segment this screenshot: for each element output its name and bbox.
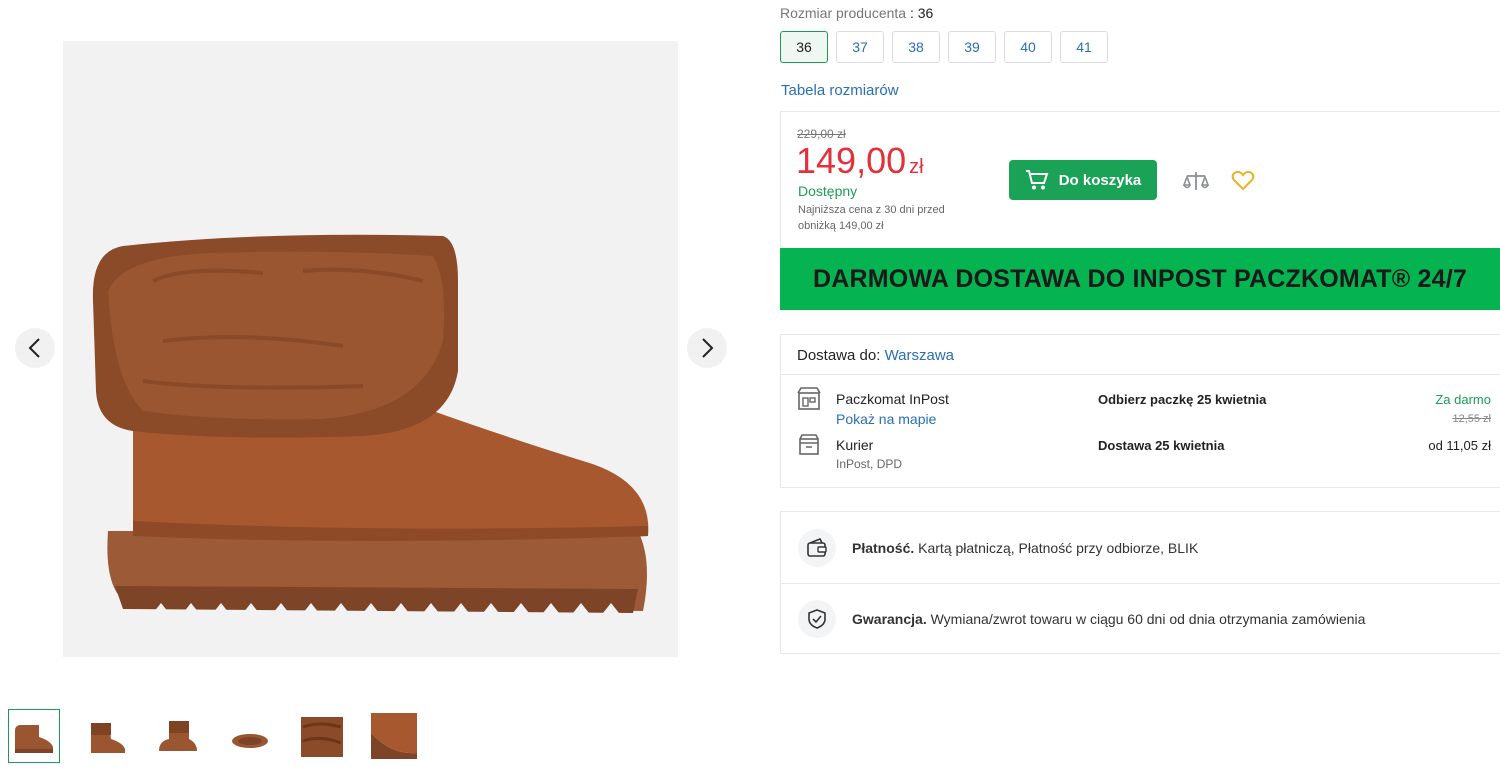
thumbnail[interactable] <box>8 709 60 763</box>
payment-methods: Kartą płatniczą, Płatność przy odbiorze,… <box>918 539 1199 556</box>
show-on-map-link[interactable]: Pokaż na mapie <box>836 411 936 427</box>
warranty-info: Gwarancja. Wymiana/zwrot towaru w ciągu … <box>781 583 1500 654</box>
compare-icon <box>1182 172 1210 190</box>
price-box: 229,00 zł 149,00 zł Dostępny Najniższa ce… <box>780 111 1500 247</box>
size-option-38[interactable]: 38 <box>892 31 940 63</box>
boot-illustration <box>92 234 649 613</box>
boot-thumbnail-image <box>371 713 417 759</box>
old-price: 229,00 zł <box>797 127 846 141</box>
free-delivery-banner[interactable]: DARMOWA DOSTAWA DO INPOST PACZKOMAT® 24/… <box>780 248 1500 310</box>
cart-icon <box>1025 170 1049 190</box>
parcel-locker-icon <box>797 387 821 410</box>
thumbnail-strip <box>8 709 440 763</box>
delivery-cost-old: 12,55 zł <box>1452 413 1491 425</box>
delivery-option-name: Kurier <box>836 437 874 453</box>
size-option-37[interactable]: 37 <box>836 31 884 63</box>
thumbnail[interactable] <box>80 709 132 763</box>
payment-icon-wrap <box>798 528 836 567</box>
add-to-cart-button[interactable]: Do koszyka <box>1009 160 1157 200</box>
shield-check-icon <box>808 609 826 629</box>
delivery-city-link[interactable]: Warszawa <box>885 347 954 364</box>
payment-info: Płatność. Kartą płatniczą, Płatność przy… <box>781 512 1500 583</box>
thumbnail[interactable] <box>368 709 420 763</box>
boot-thumbnail-image <box>232 734 268 748</box>
delivery-header: Dostawa do: Warszawa <box>781 335 1500 375</box>
current-price: 149,00 zł <box>796 140 924 182</box>
warranty-title: Gwarancja. <box>852 611 927 627</box>
product-gallery <box>0 0 740 767</box>
boot-thumbnail-image <box>301 717 343 757</box>
product-main-image[interactable] <box>63 41 678 657</box>
boot-thumbnail-image <box>159 721 197 751</box>
thumbnail[interactable] <box>296 709 348 763</box>
gallery-next-button[interactable] <box>687 328 727 368</box>
warranty-icon-wrap <box>798 600 836 638</box>
delivery-option-name: Paczkomat InPost <box>836 391 949 407</box>
price-value: 149,00 <box>796 140 907 181</box>
delivery-date: Dostawa 25 kwietnia <box>1098 438 1225 453</box>
availability-status: Dostępny <box>798 183 858 199</box>
chevron-right-icon <box>702 338 714 358</box>
thumbnail[interactable] <box>224 709 276 763</box>
size-option-39[interactable]: 39 <box>948 31 996 63</box>
heart-icon <box>1231 170 1255 191</box>
delivery-date: Odbierz paczkę 25 kwietnia <box>1098 392 1267 407</box>
courier-box-icon <box>799 434 819 455</box>
delivery-cost: od 11,05 zł <box>1428 438 1491 453</box>
lowest-price-note: Najniższa cena z 30 dni przed obniżką 14… <box>798 204 945 232</box>
delivery-label: Dostawa do: <box>797 347 881 364</box>
add-to-cart-label: Do koszyka <box>1058 171 1142 189</box>
favorite-button[interactable] <box>1231 170 1255 197</box>
size-option-36[interactable]: 36 <box>780 31 828 63</box>
size-option-40[interactable]: 40 <box>1004 31 1052 63</box>
compare-button[interactable] <box>1182 170 1210 197</box>
delivery-cost: Za darmo <box>1435 392 1491 407</box>
banner-text: DARMOWA DOSTAWA DO INPOST PACZKOMAT® 24/… <box>813 264 1467 293</box>
delivery-box: Dostawa do: Warszawa Paczkomat InPost Po… <box>780 334 1500 488</box>
warranty-text: Gwarancja. Wymiana/zwrot towaru w ciągu … <box>852 611 1365 627</box>
size-selector: 36 37 38 39 40 41 <box>780 31 1116 63</box>
info-box: Płatność. Kartą płatniczą, Płatność przy… <box>780 511 1500 654</box>
price-currency: zł <box>909 156 924 178</box>
delivery-option-carriers: InPost, DPD <box>836 457 903 471</box>
size-label: Rozmiar producenta : 36 <box>780 5 934 21</box>
payment-text: Płatność. Kartą płatniczą, Płatność przy… <box>852 540 1198 556</box>
wallet-icon <box>807 537 827 557</box>
gallery-prev-button[interactable] <box>15 328 55 368</box>
boot-thumbnail-image <box>91 723 125 753</box>
chevron-left-icon <box>28 338 40 358</box>
size-table-link[interactable]: Tabela rozmiarów <box>781 82 899 99</box>
thumbnail[interactable] <box>152 709 204 763</box>
payment-title: Płatność. <box>852 539 915 556</box>
boot-thumbnail-image <box>15 725 53 753</box>
warranty-description: Wymiana/zwrot towaru w ciągu 60 dni od d… <box>930 611 1366 627</box>
size-option-41[interactable]: 41 <box>1060 31 1108 63</box>
